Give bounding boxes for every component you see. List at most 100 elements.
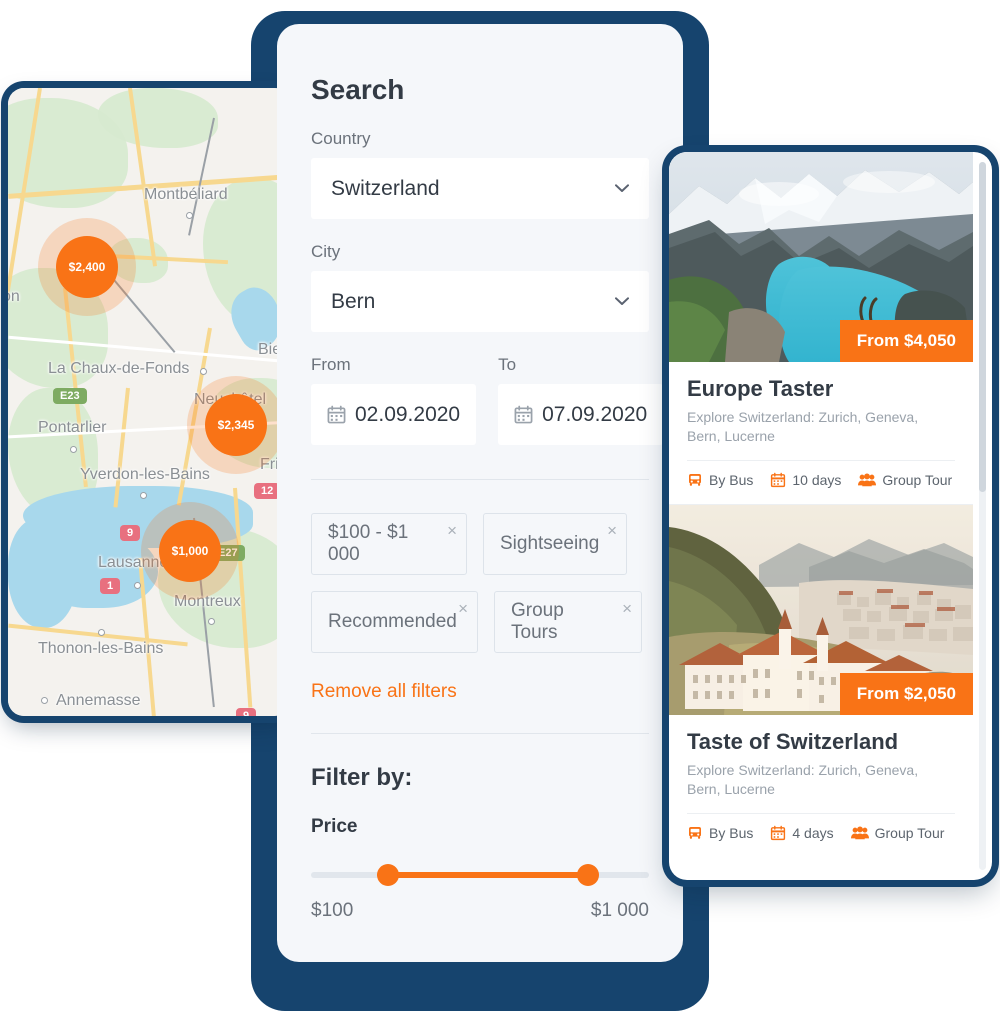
slider-selected-range	[377, 872, 593, 878]
map-city-label: Lausanne	[98, 554, 169, 571]
map-canvas[interactable]: Montbéliard çon La Chaux-de-Fonds Neuchâ…	[8, 88, 290, 716]
map-city-dot	[134, 582, 141, 589]
map-city-dot	[140, 492, 147, 499]
map-city-dot	[70, 446, 77, 453]
tour-title: Taste of Switzerland	[687, 728, 899, 754]
tour-results-list: From $4,050 Europe Taster Explore Switze…	[669, 152, 973, 857]
tour-meta-type: Group Tour	[850, 824, 945, 841]
active-filter-chips: $100 - $1 000 × Sightseeing × Recommende…	[311, 513, 649, 653]
tour-results-panel: From $4,050 Europe Taster Explore Switze…	[669, 152, 992, 880]
results-scrollbar-thumb[interactable]	[979, 162, 986, 492]
country-select-value: Switzerland	[331, 176, 440, 200]
remove-all-filters-link[interactable]: Remove all filters	[311, 681, 457, 703]
filter-chip-sightseeing[interactable]: Sightseeing ×	[483, 513, 627, 575]
tour-title: Europe Taster	[687, 376, 834, 401]
map-price-pin[interactable]: $1,000	[159, 520, 221, 582]
divider	[311, 733, 649, 734]
group-icon	[850, 826, 869, 839]
tour-price-badge: From $2,050	[839, 672, 973, 715]
map-price-pin-label: $1,000	[171, 544, 209, 558]
map-city-dot	[186, 212, 193, 219]
tour-meta-label: By Bus	[709, 471, 754, 488]
price-max-label: $1 000	[590, 900, 649, 921]
chevron-down-icon	[615, 184, 629, 192]
map-road-shield: 9	[120, 525, 141, 541]
filter-chip-label: $100 - $1 000	[328, 522, 409, 565]
bus-icon	[689, 826, 701, 839]
map-city-dot	[208, 618, 215, 625]
map-card[interactable]: Montbéliard çon La Chaux-de-Fonds Neuchâ…	[8, 88, 290, 716]
close-icon[interactable]: ×	[622, 600, 632, 617]
bus-icon	[689, 473, 701, 486]
divider	[311, 479, 649, 480]
price-filter-label: Price	[311, 816, 358, 837]
tour-meta-label: 4 days	[792, 824, 834, 841]
tour-description: Explore Switzerland: Zurich, Geneva, Ber…	[687, 761, 919, 797]
map-city-dot	[98, 629, 105, 636]
map-city-label: Pontarlier	[38, 419, 107, 436]
group-icon	[858, 473, 877, 486]
close-icon[interactable]: ×	[447, 522, 457, 539]
divider	[687, 812, 955, 814]
search-panel: Search Country Switzerland City Bern Fro…	[277, 24, 683, 962]
city-label: City	[311, 242, 341, 261]
map-city-label: Annemasse	[56, 692, 141, 709]
tour-card[interactable]: From $2,050 Taste of Switzerland Explore…	[669, 503, 973, 857]
tour-meta-type: Group Tour	[858, 472, 952, 488]
calendar-icon	[771, 472, 786, 487]
map-city-label: Montreux	[174, 593, 241, 610]
filter-chip-price[interactable]: $100 - $1 000 ×	[311, 513, 467, 575]
tour-description: Explore Switzerland: Zurich, Geneva, Ber…	[687, 409, 919, 444]
filter-chip-label: Group Tours	[511, 600, 564, 643]
slider-handle-min[interactable]	[377, 864, 399, 886]
tour-meta-transport: By Bus	[687, 825, 753, 841]
map-road-shield: E23	[53, 388, 87, 404]
filter-chip-recommended[interactable]: Recommended ×	[311, 591, 478, 653]
tour-price-badge: From $4,050	[839, 320, 973, 362]
map-price-pin[interactable]: $2,345	[205, 394, 267, 456]
city-select[interactable]: Bern	[311, 271, 649, 332]
filter-chip-group-tours[interactable]: Group Tours ×	[494, 591, 642, 653]
close-icon[interactable]: ×	[607, 522, 617, 539]
map-city-label: La Chaux-de-Fonds	[48, 360, 190, 377]
slider-handle-max[interactable]	[577, 864, 599, 886]
map-price-pin[interactable]: $2,400	[56, 236, 118, 298]
map-city-dot	[200, 368, 207, 375]
price-range-slider[interactable]	[311, 864, 649, 886]
tour-meta-label: Group Tour	[874, 824, 945, 841]
tour-card-image: From $2,050	[669, 504, 973, 715]
map-city-label: Thonon-les-Bains	[38, 640, 164, 657]
tour-meta-row: By Bus	[687, 472, 955, 488]
date-to-label: To	[498, 355, 517, 374]
tour-meta-row: By Bus	[687, 825, 955, 841]
close-icon[interactable]: ×	[458, 600, 468, 617]
filter-chip-label: Sightseeing	[500, 533, 600, 554]
chevron-down-icon	[615, 297, 629, 305]
map-road-shield: 9	[236, 708, 257, 716]
country-select[interactable]: Switzerland	[311, 158, 649, 219]
map-city-dot	[41, 697, 48, 704]
map-price-pin-label: $2,345	[217, 418, 255, 432]
map-city-label: çon	[8, 288, 20, 305]
date-to-field[interactable]: 07.09.2020	[498, 384, 664, 445]
tour-meta-label: By Bus	[709, 824, 754, 841]
price-min-label: $100	[311, 900, 354, 921]
map-price-pin-label: $2,400	[68, 260, 106, 274]
calendar-icon	[514, 405, 533, 424]
date-to-value: 07.09.2020	[542, 402, 648, 426]
calendar-icon	[771, 825, 786, 840]
map-lake-geneva	[8, 518, 78, 628]
divider	[687, 459, 955, 461]
tour-meta-duration: 4 days	[770, 824, 834, 841]
page-title: Search	[311, 74, 405, 105]
date-from-field[interactable]: 02.09.2020	[311, 384, 477, 445]
tour-card[interactable]: From $4,050 Europe Taster Explore Switze…	[669, 152, 973, 504]
map-city-label: Montbéliard	[144, 186, 228, 203]
map-road-shield: 1	[100, 578, 121, 594]
date-from-value: 02.09.2020	[355, 402, 461, 426]
tour-meta-label: 10 days	[792, 471, 842, 488]
tour-card-image: From $4,050	[669, 152, 973, 362]
map-city-label: Yverdon-les-Bains	[80, 466, 210, 483]
tour-meta-transport: By Bus	[687, 472, 753, 488]
filter-chip-label: Recommended	[328, 611, 457, 632]
